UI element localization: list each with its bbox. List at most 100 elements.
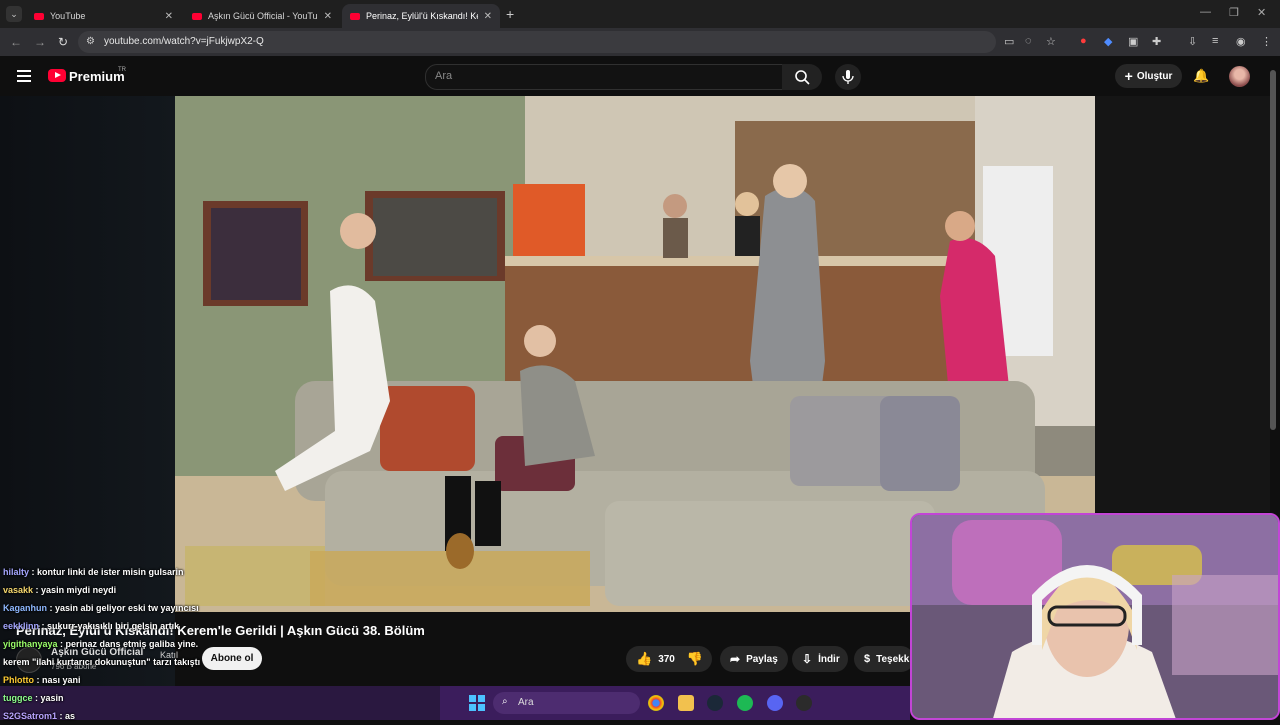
tab-close-icon[interactable]: ✕ <box>484 11 492 22</box>
file-explorer-icon[interactable] <box>678 695 694 711</box>
tab-close-icon[interactable]: ✕ <box>165 11 173 22</box>
new-tab-plus-icon[interactable]: + <box>506 6 514 22</box>
like-dislike-group: 👍 370 👎 <box>626 646 712 672</box>
obs-icon[interactable] <box>796 695 812 711</box>
search-button[interactable] <box>782 64 822 90</box>
stream-chat-overlay: hilalty : kontur linki de ister misin gu… <box>3 563 233 725</box>
search-icon <box>795 70 810 85</box>
steam-icon[interactable] <box>707 695 723 711</box>
bookmark-star-icon[interactable]: ☆ <box>1046 35 1056 48</box>
webcam-overlay <box>910 513 1280 720</box>
chat-message: hilalty : kontur linki de ister misin gu… <box>3 567 184 577</box>
extension-blue-icon[interactable]: ◆ <box>1104 35 1112 48</box>
create-button[interactable]: + Oluştur <box>1115 64 1182 88</box>
chat-text: yasin miydi neydi <box>41 585 117 595</box>
voice-search-button[interactable] <box>835 64 861 90</box>
back-arrow-icon[interactable]: ← <box>10 35 22 49</box>
restore-icon[interactable]: ❐ <box>1229 6 1239 19</box>
search-input[interactable] <box>425 64 783 90</box>
chat-user: eekklinn <box>3 621 40 631</box>
chat-message: kerem "ilahi kurtarıcı dokunuştun" tarzı… <box>3 653 233 671</box>
youtube-logo-icon[interactable] <box>48 69 66 82</box>
notifications-bell-icon[interactable]: 🔔 <box>1193 68 1209 84</box>
chat-user: hilalty <box>3 567 30 577</box>
chat-text: kontur linki de ister misin gulsarin <box>37 567 184 577</box>
like-count[interactable]: 370 <box>658 654 675 665</box>
close-window-icon[interactable]: ✕ <box>1257 6 1266 19</box>
chat-message: Phlotto : nası yani <box>3 675 81 685</box>
youtube-favicon-icon <box>192 12 202 20</box>
taskbar-search-label: Ara <box>518 697 534 708</box>
menu-hamburger-icon[interactable] <box>17 70 31 85</box>
chat-text: nası yani <box>42 675 81 685</box>
minimize-icon[interactable]: — <box>1200 6 1211 18</box>
youtube-favicon-icon <box>350 12 360 20</box>
chat-user: Phlotto <box>3 675 34 685</box>
chat-user: yigithanyaya <box>3 639 58 649</box>
chat-user: vasakk <box>3 585 34 595</box>
extension-red-icon[interactable]: ● <box>1080 35 1087 47</box>
reading-list-icon[interactable]: ≡ <box>1212 35 1218 47</box>
url-text[interactable]: youtube.com/watch?v=jFukjwpX2-Q <box>104 36 264 47</box>
create-label: Oluştur <box>1136 70 1173 82</box>
forward-arrow-icon[interactable]: → <box>34 35 46 49</box>
chat-message: Kaganhun : yasin abi geliyor eski tw yay… <box>3 603 199 613</box>
page-scrollbar[interactable] <box>1270 70 1276 430</box>
tab-close-icon[interactable]: ✕ <box>324 11 332 22</box>
share-arrow-icon: ➦ <box>730 652 741 666</box>
extensions-puzzle-icon[interactable]: ✚ <box>1152 35 1161 48</box>
microphone-icon <box>842 70 854 84</box>
taskbar-search-icon: ⌕ <box>502 696 508 707</box>
chat-text: yasin abi geliyor eski tw yayıncısı <box>55 603 199 613</box>
windows-start-icon[interactable] <box>469 695 485 711</box>
profile-icon[interactable]: ◉ <box>1236 35 1246 48</box>
extension-dark-icon[interactable]: ▣ <box>1128 35 1138 48</box>
share-label: Paylaş <box>746 653 778 665</box>
chat-message: tuggce : yasin <box>3 693 64 703</box>
tab-title: YouTube <box>50 11 86 21</box>
chat-user: Kaganhun <box>3 603 47 613</box>
chat-text: yasin <box>40 693 64 703</box>
site-info-icon[interactable]: ⚙ <box>86 36 95 47</box>
share-button[interactable]: ➦ Paylaş <box>720 646 788 672</box>
spotify-icon[interactable] <box>737 695 753 711</box>
taskbar-search-box[interactable] <box>493 692 640 714</box>
chat-user: tuggce <box>3 693 33 703</box>
chrome-icon[interactable] <box>648 695 664 711</box>
thumbs-up-icon[interactable]: 👍 <box>636 651 652 667</box>
chat-text: kerem "ilahi kurtarıcı dokunuştun" tarzı… <box>3 657 201 667</box>
chat-message: eekklinn : şukurr yakısıklı biri gelsin … <box>3 621 180 631</box>
eye-off-icon[interactable]: ◌ <box>1025 35 1032 47</box>
search-placeholder: Ara <box>435 70 453 82</box>
player-right-margin <box>1095 96 1270 512</box>
download-label: İndir <box>818 653 840 665</box>
download-icon[interactable]: ⇩ <box>1188 35 1197 48</box>
account-avatar[interactable] <box>1229 66 1250 87</box>
tab-title: Perinaz, Eylül'ü Kıskandı! Keren <box>366 11 478 21</box>
region-code: TR <box>118 67 126 73</box>
cast-icon[interactable]: ▭ <box>1004 35 1014 48</box>
thanks-button[interactable]: $ Teşekk <box>854 646 914 672</box>
download-button[interactable]: ⇩ İndir <box>792 646 848 672</box>
youtube-favicon-icon <box>34 12 44 20</box>
chat-message: vasakk : yasin miydi neydi <box>3 585 117 595</box>
browser-menu-icon[interactable]: ⋮ <box>1261 35 1272 48</box>
download-arrow-icon: ⇩ <box>802 652 813 666</box>
chat-message: S2GSatrom1 : as <box>3 711 76 721</box>
browser-tab-youtube[interactable]: YouTube ✕ <box>26 4 181 28</box>
brand-premium[interactable]: Premium <box>69 69 125 84</box>
browser-tab-askin-gucu[interactable]: Aşkın Gücü Official - YouTube ✕ <box>184 4 340 28</box>
browser-tab-active-video[interactable]: Perinaz, Eylül'ü Kıskandı! Keren ✕ <box>342 4 500 28</box>
thanks-icon: $ <box>864 653 871 665</box>
tab-search-chevron-icon[interactable]: ⌄ <box>6 6 22 22</box>
webcam-feed <box>912 515 1278 718</box>
thumbs-down-icon[interactable]: 👎 <box>687 651 703 667</box>
chat-text: şukurr yakısıklı biri gelsin artık <box>47 621 180 631</box>
thanks-label: Teşekk <box>876 653 910 665</box>
discord-icon[interactable] <box>767 695 783 711</box>
chat-message: yigithanyaya : perinaz dans etmiş galiba… <box>3 639 199 649</box>
chat-text: perinaz dans etmiş galiba yine. <box>65 639 199 649</box>
plus-icon: + <box>1124 68 1133 84</box>
reload-icon[interactable]: ↻ <box>58 35 68 49</box>
tab-title: Aşkın Gücü Official - YouTube <box>208 11 318 21</box>
